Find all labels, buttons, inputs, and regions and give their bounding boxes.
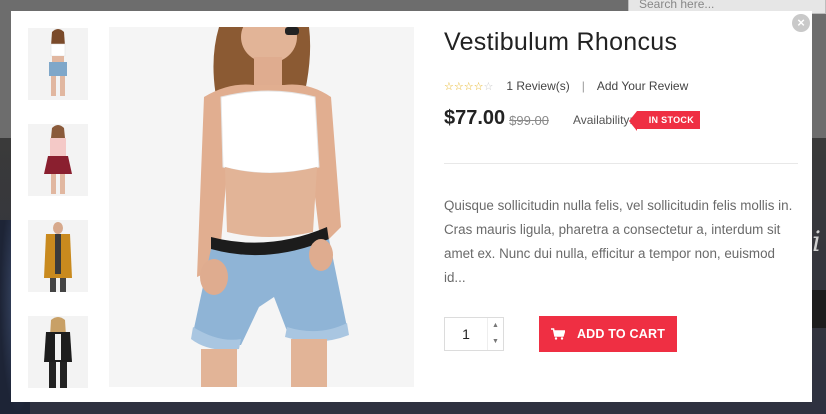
product-description: Quisque sollicitudin nulla felis, vel so… [444, 198, 793, 285]
thumbnail-3[interactable] [28, 220, 88, 292]
close-icon[interactable]: × [792, 14, 810, 32]
chevron-down-icon[interactable]: ▼ [488, 334, 503, 350]
add-to-cart-label: ADD TO CART [576, 327, 666, 341]
background-heading-fragment: i [812, 225, 821, 258]
old-price: $99.00 [509, 112, 549, 128]
add-to-cart-button[interactable]: ADD TO CART [539, 316, 677, 352]
star-icon: ☆ [463, 80, 474, 93]
chevron-up-icon[interactable]: ▲ [488, 318, 503, 334]
review-count-link[interactable]: 1 Review(s) [506, 79, 569, 93]
add-review-link[interactable]: Add Your Review [597, 79, 688, 93]
thumbnail-list [28, 28, 88, 412]
quantity-arrows: ▲ ▼ [487, 318, 503, 350]
price-row: $77.00 $99.00 Availability: IN STOCK [444, 107, 700, 131]
main-product-image [109, 27, 414, 387]
star-icon: ☆ [444, 80, 454, 93]
separator: | [581, 79, 585, 93]
quick-view-modal: × Vestibulum Rhoncus ☆☆☆☆☆ 1 Review(s) |… [11, 11, 812, 402]
product-title: Vestibulum Rhoncus [444, 28, 678, 56]
current-price: $77.00 [444, 107, 506, 129]
availability-label: Availability: [572, 113, 633, 127]
star-icon: ☆ [483, 80, 494, 93]
quantity-input[interactable] [445, 318, 487, 350]
star-icon: ☆ [453, 80, 464, 93]
star-icon: ☆ [473, 80, 484, 93]
thumbnail-4[interactable] [28, 316, 88, 388]
divider [444, 163, 798, 164]
rating-row: ☆☆☆☆☆ 1 Review(s) | Add Your Review [444, 79, 688, 93]
quantity-stepper: ▲ ▼ [444, 317, 504, 351]
star-rating: ☆☆☆☆☆ [444, 80, 493, 93]
stock-badge: IN STOCK [628, 111, 700, 131]
thumbnail-1[interactable] [28, 28, 88, 100]
cart-icon [550, 328, 565, 340]
thumbnail-2[interactable] [28, 124, 88, 196]
background-button-fragment [812, 290, 826, 328]
